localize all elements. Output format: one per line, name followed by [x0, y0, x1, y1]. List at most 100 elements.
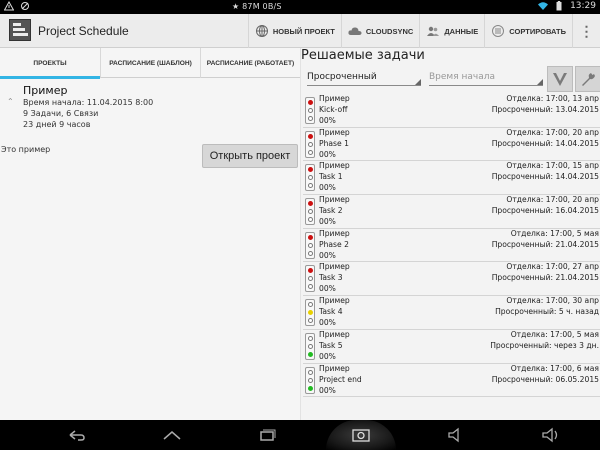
- task-status: Просроченный: 5 ч. назад: [495, 307, 599, 317]
- task-row[interactable]: Пример Kick-off 00% Отделка: 17:00, 13 а…: [303, 94, 600, 128]
- task-finish: Отделка: 17:00, 20 апр: [506, 195, 599, 205]
- task-status: Просроченный: 21.04.2015: [491, 273, 599, 283]
- project-counts: 9 Задачи, 6 Связи: [23, 109, 99, 118]
- recent-apps-icon[interactable]: [256, 426, 278, 444]
- task-finish: Отделка: 17:00, 30 апр: [506, 296, 599, 306]
- task-percent: 00%: [319, 385, 336, 395]
- task-status: Просроченный: 06.05.2015: [491, 374, 599, 384]
- home-icon[interactable]: [161, 426, 183, 444]
- checkmark-icon: [553, 73, 567, 86]
- task-row[interactable]: Пример Task 5 00% Отделка: 17:00, 5 мая …: [303, 330, 600, 364]
- volume-up-icon[interactable]: [540, 426, 562, 444]
- sync-icon: [21, 2, 29, 10]
- tasks-panel: Решаемые задачи Просроченный Время начал…: [300, 48, 600, 420]
- task-finish: Отделка: 17:00, 6 мая: [510, 363, 599, 373]
- app-title: Project Schedule: [38, 24, 129, 38]
- app-logo-icon[interactable]: [9, 19, 31, 41]
- battery-icon: [556, 1, 562, 11]
- traffic-light-icon: [305, 332, 315, 360]
- sort-label: СОРТИРОВАТЬ: [509, 26, 566, 36]
- task-status: Просроченный: через 3 дн.: [490, 340, 599, 350]
- task-percent: 00%: [319, 217, 336, 227]
- traffic-light-icon: [305, 130, 315, 158]
- globe-plus-icon: [255, 25, 268, 37]
- sort-button[interactable]: СОРТИРОВАТЬ: [484, 14, 572, 48]
- project-start: Время начала: 11.04.2015 8:00: [23, 98, 154, 107]
- task-row[interactable]: Пример Phase 1 00% Отделка: 17:00, 20 ап…: [303, 128, 600, 162]
- task-name: Project end: [319, 374, 362, 384]
- task-owner: Пример: [319, 329, 350, 339]
- task-status: Просроченный: 21.04.2015: [491, 239, 599, 249]
- projects-panel: ПРОЕКТЫ РАСПИСАНИЕ (ШАБЛОН) РАСПИСАНИЕ (…: [0, 48, 300, 420]
- collapse-chevron-icon[interactable]: ⌃: [7, 97, 14, 106]
- settings-button[interactable]: [575, 66, 600, 92]
- task-row[interactable]: Пример Task 3 00% Отделка: 17:00, 27 апр…: [303, 262, 600, 297]
- tasks-list: Пример Kick-off 00% Отделка: 17:00, 13 а…: [303, 94, 600, 398]
- volume-down-icon[interactable]: [445, 426, 467, 444]
- task-row[interactable]: Пример Phase 2 00% Отделка: 17:00, 5 мая…: [303, 229, 600, 263]
- traffic-light-icon: [305, 198, 315, 226]
- task-finish: Отделка: 17:00, 5 мая: [510, 228, 599, 238]
- checkmark-button[interactable]: [547, 66, 573, 92]
- task-name: Phase 1: [319, 138, 349, 148]
- tab-schedule-working[interactable]: РАСПИСАНИЕ (РАБОТАЕТ): [200, 48, 300, 78]
- wifi-icon: [538, 2, 549, 10]
- task-finish: Отделка: 17:00, 20 апр: [506, 127, 599, 137]
- task-owner: Пример: [319, 296, 350, 306]
- action-bar: Project Schedule НОВЫЙ ПРОЕКТ CLOUDSYNC …: [0, 14, 600, 48]
- back-icon[interactable]: [66, 426, 88, 444]
- traffic-light-icon: [305, 265, 315, 293]
- task-status: Просроченный: 13.04.2015: [491, 105, 599, 114]
- task-row[interactable]: Пример Project end 00% Отделка: 17:00, 6…: [303, 364, 600, 398]
- task-owner: Пример: [319, 228, 350, 238]
- data-label: ДАННЫЕ: [444, 26, 479, 36]
- data-button[interactable]: ДАННЫЕ: [419, 14, 484, 48]
- task-percent: 00%: [319, 183, 336, 193]
- task-percent: 00%: [319, 318, 336, 328]
- new-project-button[interactable]: НОВЫЙ ПРОЕКТ: [247, 14, 341, 48]
- app-window: Project Schedule НОВЫЙ ПРОЕКТ CLOUDSYNC …: [0, 14, 600, 420]
- task-name: Task 2: [319, 206, 343, 216]
- task-name: Task 1: [319, 172, 343, 182]
- filter-select[interactable]: Просроченный: [307, 68, 421, 86]
- task-row[interactable]: Пример Task 2 00% Отделка: 17:00, 20 апр…: [303, 195, 600, 229]
- task-owner: Пример: [319, 94, 350, 103]
- task-name: Kick-off: [319, 105, 348, 114]
- sort-icon: [492, 25, 505, 37]
- task-percent: 00%: [319, 149, 336, 159]
- task-row[interactable]: Пример Task 1 00% Отделка: 17:00, 15 апр…: [303, 161, 600, 196]
- sort-select[interactable]: Время начала: [429, 68, 543, 86]
- task-name: Task 4: [319, 307, 343, 317]
- task-status: Просроченный: 14.04.2015: [491, 138, 599, 148]
- clock: 13:29: [570, 1, 596, 11]
- tasks-title: Решаемые задачи: [301, 48, 425, 63]
- screenshot-icon[interactable]: [350, 426, 372, 444]
- task-percent: 00%: [319, 250, 336, 260]
- project-description: Это пример: [1, 145, 51, 154]
- task-owner: Пример: [319, 195, 350, 205]
- traffic-light-icon: [305, 231, 315, 259]
- traffic-light-icon: [305, 164, 315, 192]
- tab-bar: ПРОЕКТЫ РАСПИСАНИЕ (ШАБЛОН) РАСПИСАНИЕ (…: [0, 48, 300, 79]
- task-row[interactable]: Пример Task 4 00% Отделка: 17:00, 30 апр…: [303, 296, 600, 330]
- overflow-menu-icon[interactable]: ⋮: [572, 14, 600, 48]
- alert-icon: [4, 1, 14, 11]
- task-owner: Пример: [319, 262, 350, 272]
- task-owner: Пример: [319, 127, 350, 137]
- project-item[interactable]: ⌃ Пример Время начала: 11.04.2015 8:00 9…: [0, 82, 300, 142]
- status-center-text: ★ 87M 0B/S: [232, 2, 282, 11]
- people-icon: [427, 26, 440, 36]
- cloudsync-button[interactable]: CLOUDSYNC: [340, 14, 420, 48]
- cloudsync-label: CLOUDSYNC: [365, 26, 414, 36]
- task-percent: 00%: [319, 116, 336, 125]
- task-finish: Отделка: 17:00, 13 апр: [506, 94, 599, 103]
- tab-projects[interactable]: ПРОЕКТЫ: [0, 48, 100, 79]
- open-project-button[interactable]: Открыть проект: [202, 144, 298, 168]
- status-bar: ★ 87M 0B/S 13:29: [0, 0, 600, 14]
- task-finish: Отделка: 17:00, 5 мая: [510, 329, 599, 339]
- task-owner: Пример: [319, 363, 350, 373]
- task-finish: Отделка: 17:00, 15 апр: [506, 161, 599, 171]
- traffic-light-icon: [305, 299, 315, 327]
- traffic-light-icon: [305, 366, 315, 394]
- tab-schedule-template[interactable]: РАСПИСАНИЕ (ШАБЛОН): [100, 48, 200, 78]
